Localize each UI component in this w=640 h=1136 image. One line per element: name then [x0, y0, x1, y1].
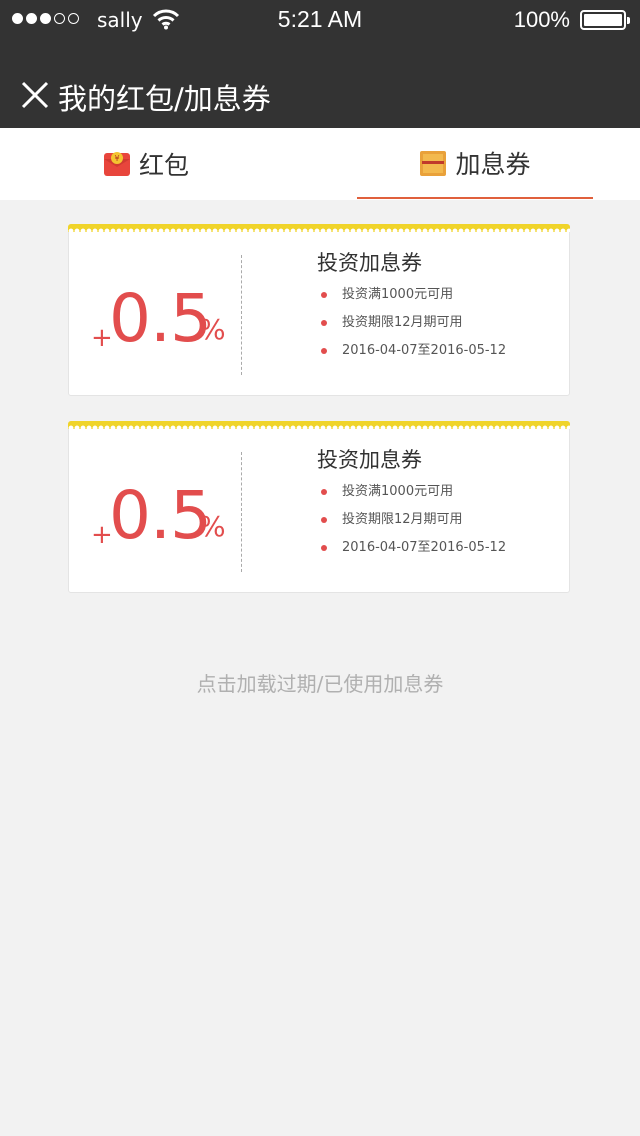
- condition-validity: 2016-04-07至2016-05-12: [321, 341, 506, 369]
- nav-bar: 我的红包/加息券: [0, 40, 640, 128]
- load-expired-coupons-link[interactable]: 点击加载过期/已使用加息券: [0, 668, 640, 697]
- condition-min-amount: 投资满1000元可用: [321, 482, 506, 510]
- rate-percent: %: [199, 510, 226, 543]
- coupon-title: 投资加息券: [317, 448, 422, 472]
- condition-validity: 2016-04-07至2016-05-12: [321, 538, 506, 566]
- page-title: 我的红包/加息券: [58, 82, 271, 116]
- red-packet-icon: ¥: [103, 152, 130, 176]
- ticket-edge: [68, 224, 570, 232]
- rate-value: 0.5: [109, 477, 212, 554]
- tab-coupon[interactable]: 加息券: [357, 128, 593, 199]
- rate-value: 0.5: [109, 280, 212, 357]
- battery-percent: 100%: [513, 7, 570, 32]
- tab-bar: ¥ 红包 加息券: [0, 128, 640, 200]
- coupon-card[interactable]: + 0.5 % 投资加息券 投资满1000元可用 投资期限12月期可用 2016…: [68, 421, 570, 593]
- coupon-card[interactable]: + 0.5 % 投资加息券 投资满1000元可用 投资期限12月期可用 2016…: [68, 224, 570, 396]
- status-bar: sally 5:21 AM 100%: [0, 0, 640, 40]
- rate-percent: %: [199, 313, 226, 346]
- condition-min-amount: 投资满1000元可用: [321, 285, 506, 313]
- condition-term: 投资期限12月期可用: [321, 313, 506, 341]
- tab-red-packet-label: 红包: [138, 151, 189, 180]
- coupon-conditions: 投资满1000元可用 投资期限12月期可用 2016-04-07至2016-05…: [321, 482, 506, 566]
- svg-text:¥: ¥: [114, 154, 119, 163]
- coupon-title: 投资加息券: [317, 251, 422, 275]
- dashed-divider: [241, 255, 242, 375]
- close-icon[interactable]: [18, 78, 52, 112]
- tab-coupon-label: 加息券: [455, 149, 531, 179]
- coupon-conditions: 投资满1000元可用 投资期限12月期可用 2016-04-07至2016-05…: [321, 285, 506, 369]
- ticket-edge: [68, 421, 570, 429]
- coupon-icon: [420, 150, 447, 176]
- battery-icon: [580, 10, 630, 30]
- dashed-divider: [241, 452, 242, 572]
- condition-term: 投资期限12月期可用: [321, 510, 506, 538]
- tab-red-packet[interactable]: ¥ 红包: [28, 128, 264, 200]
